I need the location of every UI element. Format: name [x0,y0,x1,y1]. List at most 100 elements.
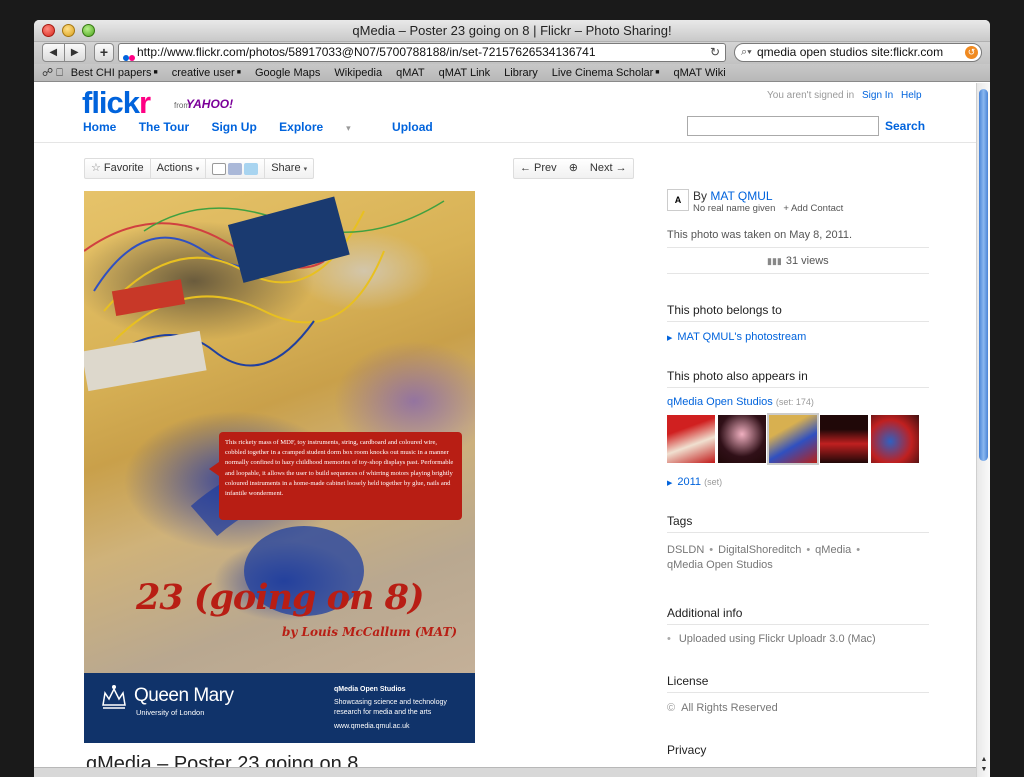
tag-dsldn[interactable]: DSLDN [667,544,704,556]
sidebar-divider [667,321,929,322]
photostream-link[interactable]: ▶ MAT QMUL's photostream [667,331,806,343]
title-bar: qMedia – Poster 23 going on 8 | Flickr –… [34,20,990,42]
facebook-icon[interactable] [228,162,243,175]
back-forward-buttons: ◀ ▶ [42,43,86,62]
zoom-icon[interactable]: ⊕ [563,159,584,178]
minimize-window-button[interactable] [62,24,75,37]
bookmark-library[interactable]: Library [504,67,538,79]
belongs-heading: This photo belongs to [667,303,782,317]
set-thumbnail[interactable] [667,415,715,463]
owner-avatar[interactable]: A [667,189,689,211]
bookmarks-bar: ☍ ⎕ Best CHI papers ■ creative user ■ Goog… [34,64,990,82]
add-contact-link[interactable]: + Add Contact [783,203,843,214]
window-title: qMedia – Poster 23 going on 8 | Flickr –… [352,23,672,38]
poster-byline: by Louis McCallum (MAT) [282,625,458,639]
bookmark-wikipedia[interactable]: Wikipedia [334,67,382,79]
add-bookmark-button[interactable]: + [94,43,114,62]
bookmark-creative-user[interactable]: creative user ■ [172,67,241,79]
help-link[interactable]: Help [901,90,922,101]
crown-icon [102,685,126,709]
license-heading: License [667,674,709,688]
uploaded-info: • Uploaded using Flickr Uploadr 3.0 (Mac) [667,633,876,645]
twitter-icon[interactable] [244,162,259,175]
views-icon: ▮▮▮ [767,256,782,266]
photo-pager: ← Prev ⊕ Next → [513,158,634,179]
actions-menu-button[interactable]: Actions ▾ [151,159,207,178]
sidebar-divider [667,387,929,388]
owner-link[interactable]: MAT QMUL [710,189,772,203]
privacy-heading: Privacy [667,743,707,757]
poster-footer: Queen Mary University of London qMedia O… [84,673,475,743]
clear-search-icon[interactable]: ↺ [965,46,978,59]
copyright-icon: © [667,702,676,714]
poster-title: 23 (going on 8) [136,577,425,618]
owner-line: By MAT QMUL [693,189,773,203]
forward-button[interactable]: ▶ [65,44,86,61]
set-thumbnails [667,413,919,465]
sidebar-divider [667,532,929,533]
appears-heading: This photo also appears in [667,369,808,383]
views-count: ▮▮▮ 31 views [767,255,829,267]
email-icon[interactable] [212,162,227,175]
prev-button[interactable]: ← Prev [514,159,563,178]
tag-qmedia[interactable]: qMedia [815,544,851,556]
nav-tour[interactable]: The Tour [139,120,189,134]
url-bar[interactable]: http://www.flickr.com/photos/58917033@N0… [118,43,726,62]
sidebar-divider [667,247,929,248]
bookmark-qmat-wiki[interactable]: qMAT Wiki [674,67,726,79]
url-text: http://www.flickr.com/photos/58917033@N0… [137,45,596,59]
star-icon: ☆ [91,162,101,174]
tags-heading: Tags [667,514,693,528]
bookmark-live-cinema[interactable]: Live Cinema Scholar ■ [552,67,660,79]
tag-digitalshoreditch[interactable]: DigitalShoreditch [718,544,801,556]
qmedia-info: qMedia Open Studios Showcasing science a… [334,686,447,730]
main-photo[interactable]: This rickety mass of MDF, toy instrument… [84,191,475,743]
reload-icon[interactable]: ↻ [710,44,720,61]
close-window-button[interactable] [42,24,55,37]
scroll-thumb[interactable] [979,89,988,461]
back-button[interactable]: ◀ [43,44,65,61]
set-link[interactable]: qMedia Open Studios (set: 174) [667,396,814,408]
additional-info-heading: Additional info [667,606,743,620]
flickr-favicon-icon [123,49,135,61]
flickr-search-button[interactable]: Search [885,119,925,133]
vertical-scrollbar[interactable]: ▲ ▼ [976,83,990,777]
reading-glasses-icon[interactable]: ☍ ⎕ [42,66,63,80]
set-thumbnail[interactable] [871,415,919,463]
tags-list: DSLDN • DigitalShoreditch • qMedia • qMedia O… [667,544,861,571]
yahoo-logo: YAHOO! [186,97,234,111]
next-button[interactable]: Next → [584,159,633,178]
signed-status: You aren't signed in [767,90,855,101]
browser-toolbar: ◀ ▶ + http://www.flickr.com/photos/58917… [34,42,990,64]
flickr-logo[interactable]: flickr [82,85,151,121]
bookmark-qmat[interactable]: qMAT [396,67,425,79]
bookmark-qmat-link[interactable]: qMAT Link [439,67,491,79]
share-menu-button[interactable]: Share ▾ [265,159,313,178]
scroll-up-arrow[interactable]: ▲ [977,756,990,763]
flickr-search-input[interactable] [687,116,879,136]
share-icons [206,159,266,178]
main-nav: Home The Tour Sign Up Explore ▾ Upload [83,120,452,134]
set-thumbnail-selected[interactable] [767,413,819,465]
nav-upload[interactable]: Upload [392,120,433,134]
year-set-link[interactable]: ▶ 2011 (set) [667,476,722,488]
sign-in-link[interactable]: Sign In [862,90,893,101]
sidebar-divider [667,624,929,625]
bookmark-google-maps[interactable]: Google Maps [255,67,320,79]
zoom-window-button[interactable] [82,24,95,37]
nav-home[interactable]: Home [83,120,116,134]
browser-search-field[interactable]: ⌕▾ qmedia open studios site:flickr.com ↺ [734,43,982,62]
set-thumbnail[interactable] [820,415,868,463]
nav-signup[interactable]: Sign Up [211,120,256,134]
header-divider [34,142,976,143]
scroll-down-arrow[interactable]: ▼ [977,766,990,773]
photo-action-bar: ☆ Favorite Actions ▾ Share ▾ [84,158,315,179]
qm-sub: University of London [136,708,205,717]
bookmark-best-chi[interactable]: Best CHI papers ■ [71,67,158,79]
favorite-button[interactable]: ☆ Favorite [85,159,151,178]
license-value[interactable]: © All Rights Reserved [667,702,778,714]
nav-explore[interactable]: Explore ▾ [279,120,370,134]
tag-qmedia-open-studios[interactable]: qMedia Open Studios [667,559,773,571]
qm-name: Queen Mary [134,685,234,706]
set-thumbnail[interactable] [718,415,766,463]
